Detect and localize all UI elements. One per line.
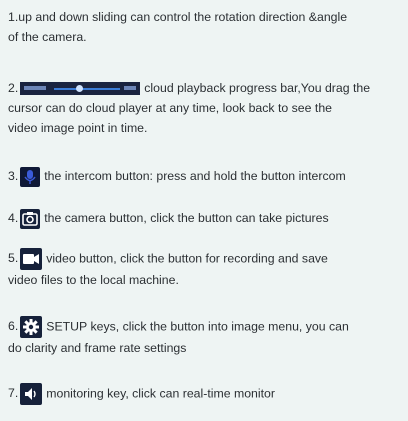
item-2-number: 2. — [8, 81, 19, 95]
gear-icon — [20, 316, 43, 338]
item-7: 7. monitoring key, click can real-time mo… — [8, 383, 275, 405]
item-4-text: the camera button, click the button can … — [44, 211, 329, 225]
item-1: 1.up and down sliding can control the ro… — [8, 7, 347, 47]
item-5-number: 5. — [8, 251, 19, 266]
item-7-text: monitoring key, click can real-time moni… — [46, 386, 275, 401]
item-6-number: 6. — [8, 319, 19, 334]
item-5-line-2: video files to the local machine. — [8, 273, 179, 287]
camera-icon — [20, 208, 41, 229]
microphone-icon — [20, 166, 41, 187]
item-7-number: 7. — [8, 386, 19, 401]
item-6-line-1: SETUP keys, click the button into image … — [46, 319, 349, 334]
item-4: 4. the camera button, click the button ca… — [8, 208, 329, 229]
item-6: 6. SETUP keys, click the button into imag… — [8, 316, 349, 358]
item-5: 5. video button, click the button for rec… — [8, 248, 328, 290]
item-1-line-1: 1.up and down sliding can control the ro… — [8, 10, 348, 24]
item-2-line-1: cloud playback progress bar,You drag the — [144, 81, 371, 95]
speaker-icon — [20, 383, 43, 405]
item-4-number: 4. — [8, 211, 19, 225]
item-3-text: the intercom button: press and hold the … — [44, 169, 346, 183]
video-camera-icon — [20, 248, 43, 270]
item-5-line-1: video button, click the button for recor… — [46, 251, 328, 266]
instruction-page: 1.up and down sliding can control the ro… — [0, 0, 408, 421]
item-2-line-2: cursor can do cloud player at any time, … — [8, 101, 332, 115]
item-2: 2. cloud playback progress bar,You drag t… — [8, 78, 370, 138]
item-6-line-2: do clarity and frame rate settings — [8, 341, 187, 355]
item-1-line-2: of the camera. — [8, 30, 87, 44]
item-3: 3. the intercom button: press and hold th… — [8, 166, 346, 187]
progress-bar-icon — [20, 82, 141, 96]
item-2-line-3: video image point in time. — [8, 121, 148, 135]
item-3-number: 3. — [8, 169, 19, 183]
